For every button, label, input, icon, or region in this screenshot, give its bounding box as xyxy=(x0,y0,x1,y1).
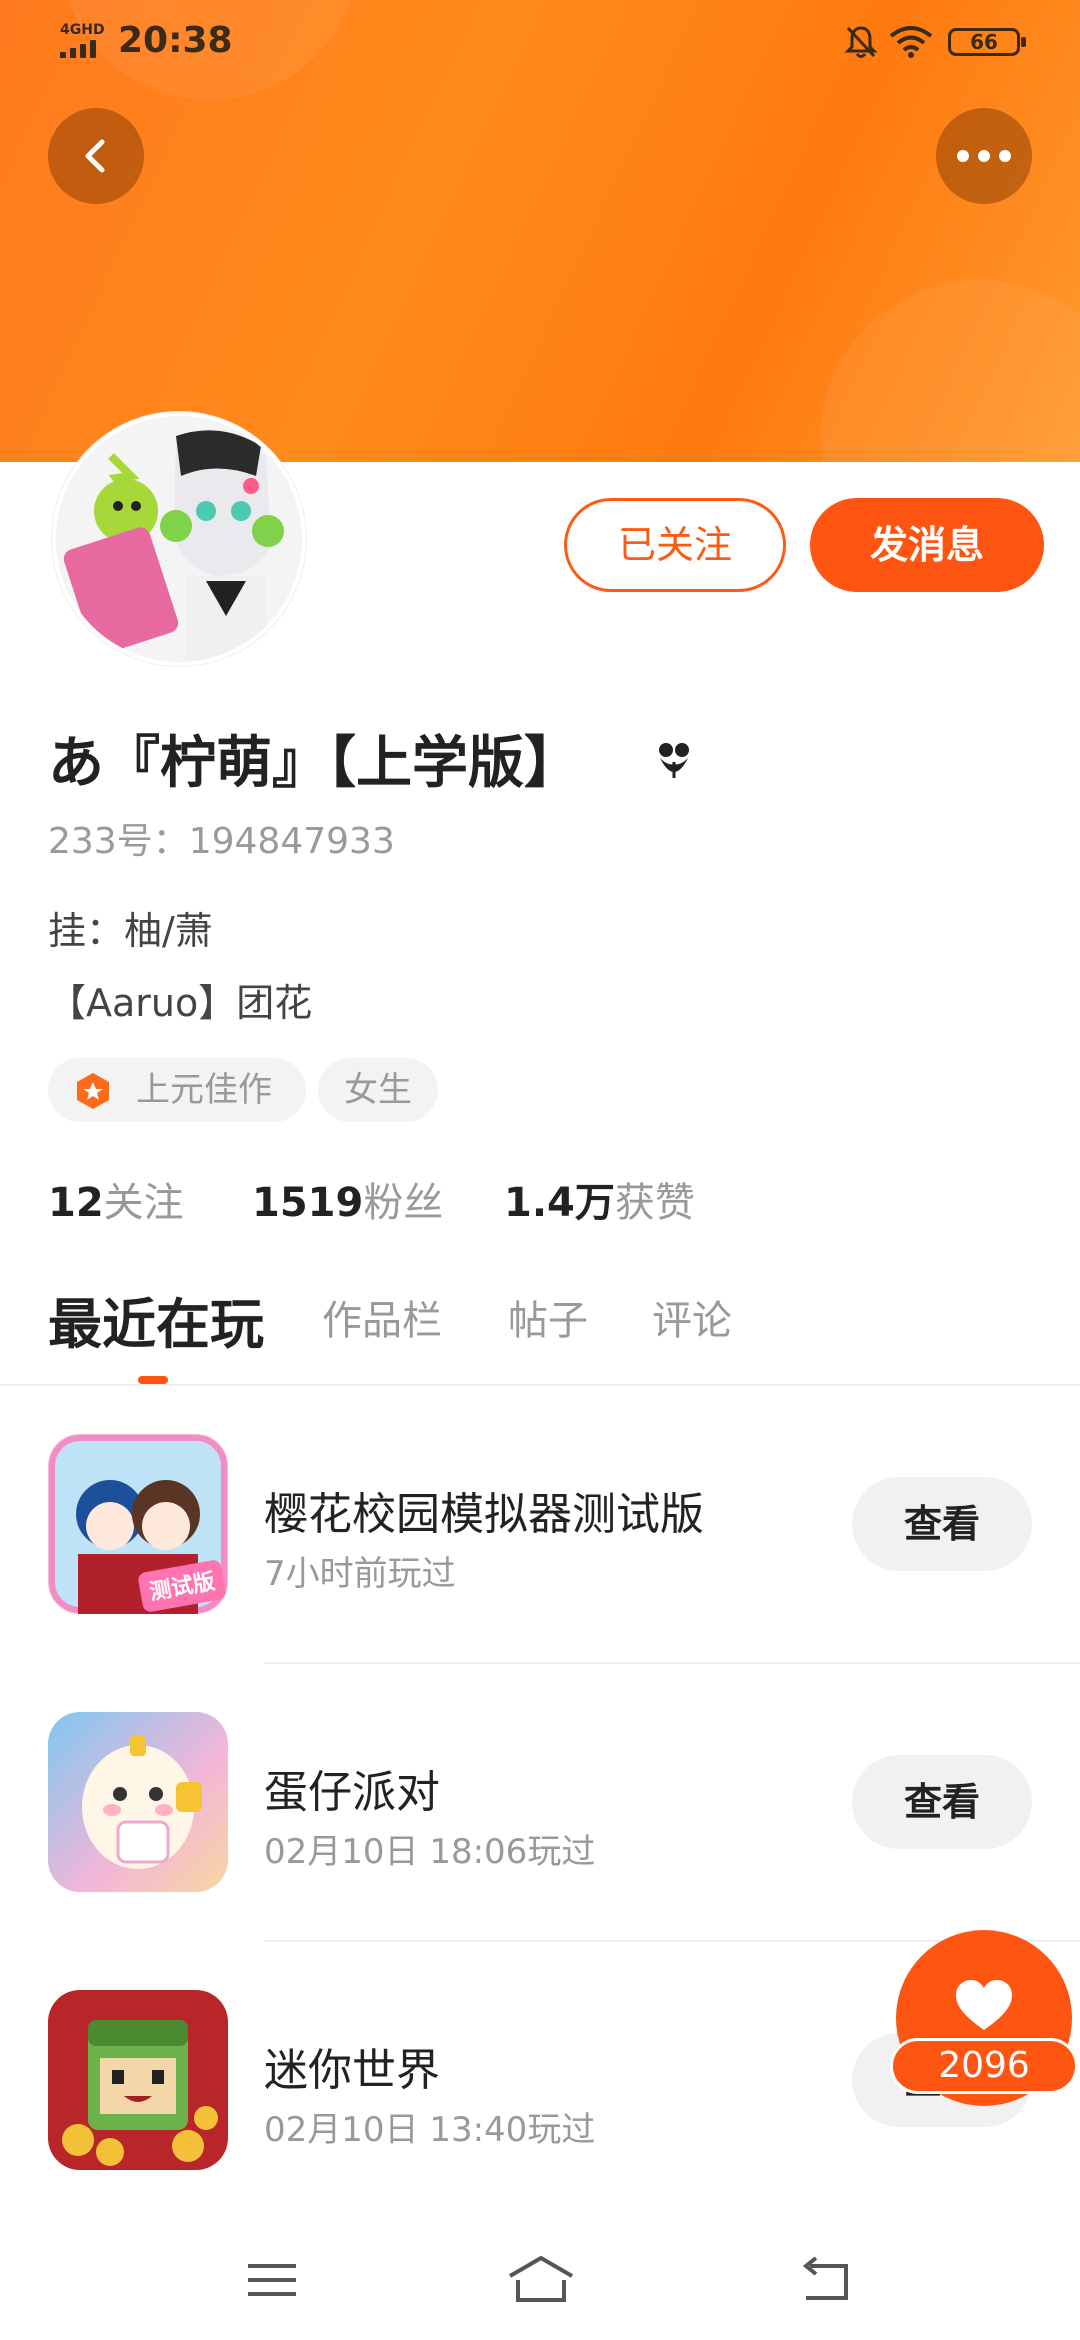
stat-label: 获赞 xyxy=(614,1180,695,1226)
header-decoration xyxy=(820,280,1080,462)
tab-comments[interactable]: 评论 xyxy=(652,1288,732,1346)
battery-indicator: 66 xyxy=(948,28,1026,56)
game-icon xyxy=(48,1712,228,1892)
stat-value: 1519 xyxy=(252,1180,364,1226)
award-badge-icon xyxy=(77,1073,109,1109)
tag-award[interactable]: 上元佳作 xyxy=(48,1058,306,1122)
tab-posts[interactable]: 帖子 xyxy=(508,1288,588,1346)
clock: 20:38 xyxy=(118,20,233,61)
game-name: 蛋仔派对 xyxy=(264,1767,440,1818)
played-time: 7小时前玩过 xyxy=(264,1554,456,1594)
played-time: 02月10日 13:40玩过 xyxy=(264,2110,596,2150)
user-id: 233号：194847933 xyxy=(48,821,395,862)
back-button[interactable] xyxy=(48,108,144,204)
stat-value: 12 xyxy=(48,1180,104,1226)
status-bar: 4GHD 20:38 66 xyxy=(0,0,1080,84)
game-name: 樱花校园模拟器测试版 xyxy=(264,1489,704,1540)
network-type: 4GHD xyxy=(60,22,105,38)
bio-line: 挂：柚/萧 xyxy=(48,909,213,953)
profile-tabs: 最近在玩 作品栏 帖子 评论 xyxy=(0,1280,1080,1386)
send-message-button[interactable]: 发消息 xyxy=(810,498,1044,592)
list-item[interactable]: 蛋仔派对 02月10日 18:06玩过 查看 xyxy=(0,1678,1080,1956)
tab-works[interactable]: 作品栏 xyxy=(322,1288,442,1346)
view-button[interactable]: 查看 xyxy=(852,1477,1032,1571)
bell-muted-icon xyxy=(844,26,878,58)
tag-label: 上元佳作 xyxy=(136,1070,272,1110)
signal-icon xyxy=(60,40,104,58)
more-dots-icon xyxy=(957,150,1011,162)
stat-likes[interactable]: 1.4万获赞 xyxy=(504,1170,695,1228)
game-icon: 测试版 xyxy=(48,1434,228,1614)
tab-recently-played[interactable]: 最近在玩 xyxy=(48,1280,264,1359)
stat-label: 关注 xyxy=(103,1180,184,1226)
tag-gender: 女生 xyxy=(318,1058,438,1122)
system-nav-bar xyxy=(0,2220,1080,2340)
profile-nickname: あ『柠萌』【上学版】 xyxy=(48,731,580,796)
active-tab-indicator xyxy=(138,1376,168,1384)
stat-followers[interactable]: 1519粉丝 xyxy=(252,1170,443,1228)
divider xyxy=(264,1662,1080,1664)
list-item[interactable]: 测试版 樱花校园模拟器测试版 7小时前玩过 查看 xyxy=(0,1400,1080,1678)
played-time: 02月10日 18:06玩过 xyxy=(264,1832,596,1872)
view-button[interactable]: 查看 xyxy=(852,1755,1032,1849)
like-button[interactable]: 2096 xyxy=(890,1930,1078,2130)
home-icon[interactable] xyxy=(506,2250,576,2310)
stat-value: 1.4万 xyxy=(504,1180,615,1226)
chevron-left-icon xyxy=(85,139,105,173)
like-count: 2096 xyxy=(890,2038,1078,2094)
stat-following[interactable]: 12关注 xyxy=(48,1170,184,1228)
bio-line: 【Aaruo】团花 xyxy=(48,981,313,1025)
more-button[interactable] xyxy=(936,108,1032,204)
menu-icon[interactable] xyxy=(242,2250,302,2310)
wifi-icon xyxy=(889,26,933,58)
avatar-image xyxy=(56,416,302,662)
stat-label: 粉丝 xyxy=(363,1180,444,1226)
followed-button[interactable]: 已关注 xyxy=(564,498,786,592)
avatar[interactable] xyxy=(52,412,306,666)
flower-badge-icon xyxy=(659,743,689,778)
game-icon xyxy=(48,1990,228,2170)
heart-icon xyxy=(956,1980,1012,2030)
back-nav-icon[interactable] xyxy=(796,2250,856,2310)
game-name: 迷你世界 xyxy=(264,2045,440,2096)
